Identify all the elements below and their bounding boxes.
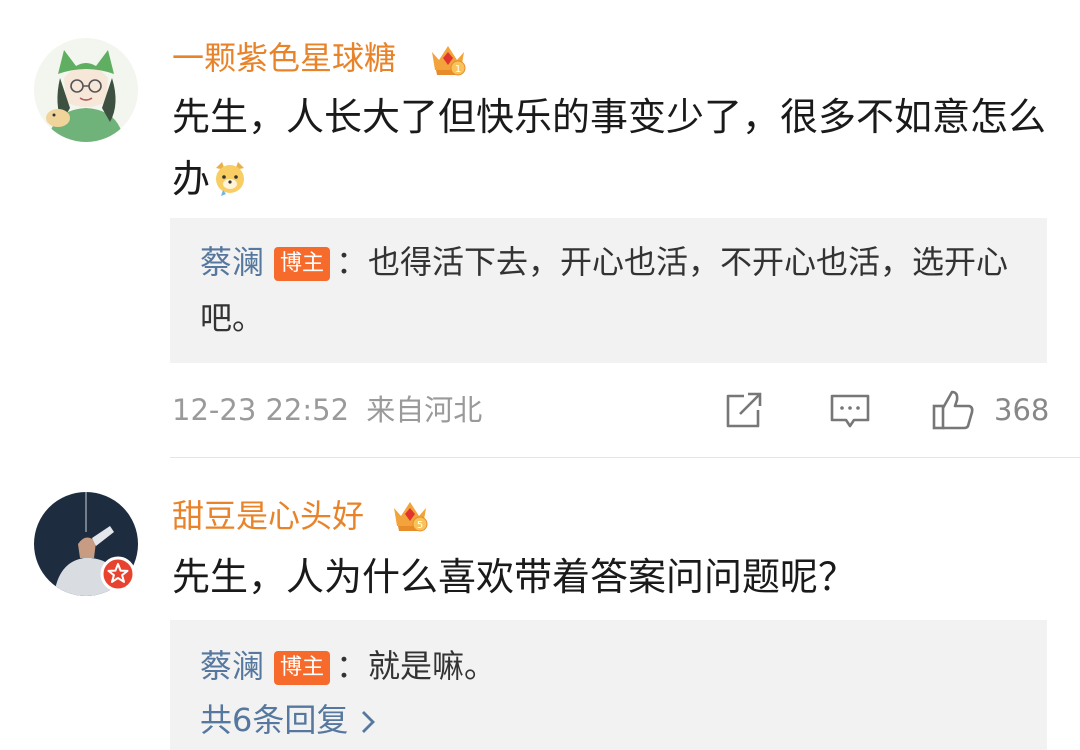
reply-author[interactable]: 蔡澜 [200,647,264,685]
crown-badge-icon: 1 [432,46,466,76]
more-replies-link[interactable]: 共6条回复 [200,696,376,744]
comment-text: 先生，人长大了但快乐的事变少了，很多不如意怎么办 [172,95,1047,201]
divider [170,457,1080,458]
crown-badge-icon: 5 [394,502,428,532]
like-icon[interactable] [930,386,976,434]
comment-list: 一颗紫色星球糖 1 先生，人长大了但快乐的事变少了，很多不如意怎么办 蔡澜 博主：… [0,0,1080,750]
comment-icon[interactable] [828,386,872,434]
chevron-right-icon [362,711,376,733]
reply-text: 蔡澜 博主 ：就是嘛。 [200,647,497,685]
author-badge: 博主 [274,247,331,281]
svg-text:5: 5 [417,520,423,531]
comment-text: 先生，人为什么喜欢带着答案问问题呢？ [172,555,857,599]
author-badge: 博主 [274,651,331,685]
reply-box[interactable]: 蔡澜 博主 ：就是嘛。 共6条回复 [170,620,1047,750]
comment-meta: 12-23 22:52 来自河北 [172,388,482,432]
like-count: 368 [994,393,1050,427]
svg-text:1: 1 [455,64,461,75]
reply-text: 蔡澜 博主 ：也得活下去，开心也活，不开心也活，选开心吧。 [200,243,1009,337]
share-icon[interactable] [722,386,766,434]
comment-time: 12-23 22:52 [172,393,350,427]
avatar[interactable] [34,38,138,142]
comment-username[interactable]: 甜豆是心头好 [172,496,364,536]
reply-box[interactable]: 蔡澜 博主 ：也得活下去，开心也活，不开心也活，选开心吧。 [170,218,1047,363]
dog-emoji-icon [216,162,245,196]
verified-star-icon [100,556,136,592]
avatar-wrapper[interactable] [34,492,144,602]
comment-username[interactable]: 一颗紫色星球糖 [172,38,396,78]
comment-location: 来自河北 [366,393,483,427]
reply-author[interactable]: 蔡澜 [200,243,264,281]
